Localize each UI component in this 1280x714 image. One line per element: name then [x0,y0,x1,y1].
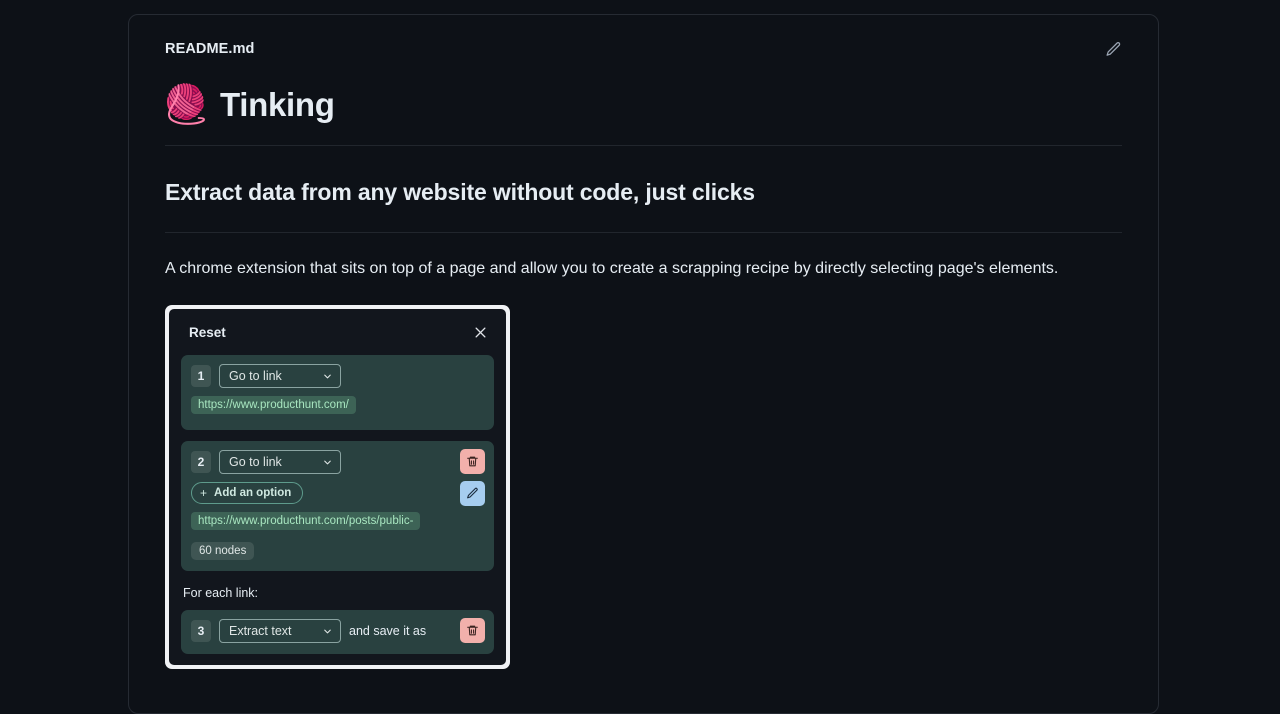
chevron-down-icon [322,626,333,637]
step-action-buttons [460,618,485,643]
step-action-buttons [460,449,485,506]
step-url-pill[interactable]: https://www.producthunt.com/ [191,396,356,414]
extension-topbar: Reset [181,309,494,355]
step-action-label: Go to link [229,455,282,469]
add-option-label: Add an option [214,487,292,499]
trash-icon[interactable] [460,449,485,474]
step-row: 2 Go to link [191,450,484,474]
step-action-label: Extract text [229,624,292,638]
step-action-select[interactable]: Extract text [219,619,341,643]
step-number-badge: 1 [191,365,211,387]
step-number-badge: 2 [191,451,211,473]
readme-intro: A chrome extension that sits on top of a… [165,260,1059,277]
foreach-label: For each link: [183,586,259,600]
pencil-icon[interactable] [1100,36,1126,62]
file-name: README.md [165,41,255,57]
step-row: 1 Go to link [191,364,484,388]
plus-icon: + [200,486,208,500]
step-card-1: 1 Go to link https://www.producthunt.com… [181,355,494,430]
yarn-ball-icon: 🧶 [162,84,210,126]
chevron-down-icon [322,457,333,468]
readme-body: 🧶 Tinking Extract data from any website … [129,83,1158,669]
readme-card: README.md 🧶 Tinking Extract data from an… [128,14,1159,714]
step-action-label: Go to link [229,369,282,383]
step-suffix-label: and save it as [349,624,427,638]
embedded-screenshot: Reset 1 Go to link https://www.producthu… [165,305,510,669]
step-number-badge: 3 [191,620,211,642]
page-title: Tinking [220,86,335,123]
card-header: README.md [129,15,1158,83]
readme-subtitle: Extract data from any website without co… [165,179,755,205]
trash-icon[interactable] [460,618,485,643]
step-action-select[interactable]: Go to link [219,450,341,474]
reset-button[interactable]: Reset [189,325,226,340]
step-url-pill[interactable]: https://www.producthunt.com/posts/public… [191,512,421,530]
node-count-badge: 60 nodes [191,542,255,560]
readme-title-row: 🧶 Tinking [162,83,1122,145]
chevron-down-icon [322,371,333,382]
close-icon[interactable] [470,322,490,342]
extension-panel: Reset 1 Go to link https://www.producthu… [169,309,506,665]
step-row: 3 Extract text and save it as [191,619,484,643]
step-card-2: 2 Go to link + Add an option https://www… [181,441,494,571]
step-action-select[interactable]: Go to link [219,364,341,388]
add-option-button[interactable]: + Add an option [191,482,304,504]
step-card-3: 3 Extract text and save it as [181,610,494,654]
pencil-icon[interactable] [460,481,485,506]
